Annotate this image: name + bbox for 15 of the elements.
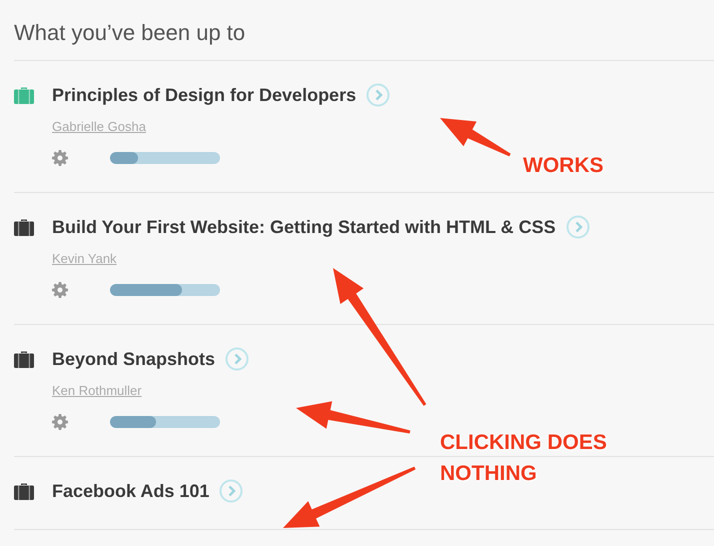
annotation-label: WORKS — [523, 153, 604, 179]
course-title[interactable]: Principles of Design for Developers — [52, 84, 356, 106]
annotation-label: CLICKING DOES NOTHING — [440, 430, 608, 487]
gear-icon[interactable] — [52, 282, 68, 298]
gear-icon[interactable] — [52, 414, 68, 430]
chevron-right-icon[interactable] — [219, 479, 244, 503]
course-title[interactable]: Facebook Ads 101 — [52, 480, 210, 502]
course-title[interactable]: Beyond Snapshots — [52, 348, 216, 370]
arrow — [440, 118, 511, 156]
chevron-right-icon[interactable] — [225, 347, 250, 371]
chevron-right-icon[interactable] — [366, 83, 390, 107]
gear-icon[interactable] — [52, 150, 68, 166]
chevron-right-icon[interactable] — [566, 215, 590, 239]
course-title[interactable]: Build Your First Website: Getting Started with HTML & CSS — [52, 216, 556, 238]
section-heading: What you’ve been up to — [14, 20, 714, 61]
